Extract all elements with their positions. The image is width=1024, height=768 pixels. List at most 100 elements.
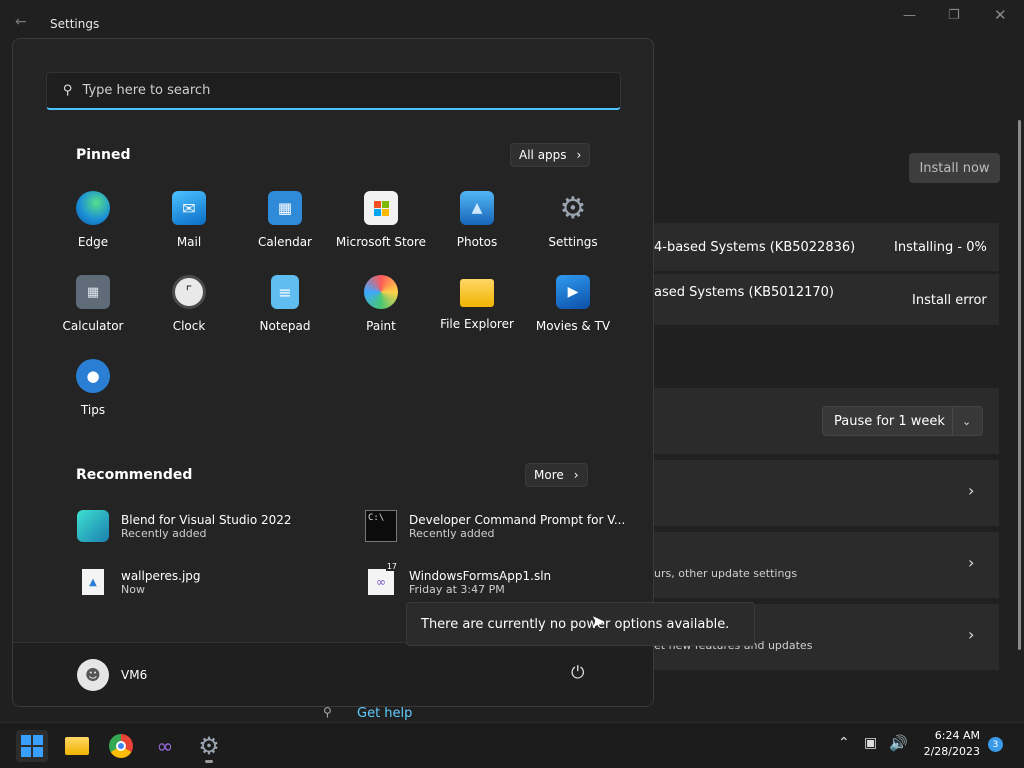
calendar-icon: ▦ xyxy=(268,191,302,225)
network-icon[interactable]: ▣ xyxy=(864,735,877,751)
get-help-link[interactable]: Get help xyxy=(357,706,412,721)
paint-icon xyxy=(364,275,398,309)
update-row: ased Systems (KB5012170) Install error xyxy=(654,274,999,325)
user-name[interactable]: VM6 xyxy=(121,668,147,682)
update-status: Install error xyxy=(912,293,987,308)
more-label: More xyxy=(534,468,564,482)
start-footer: ☻ VM6 ⏻ xyxy=(13,642,653,706)
app-label: Movies & TV xyxy=(535,319,611,333)
image-file-icon: ▲ xyxy=(77,566,109,598)
volume-icon[interactable]: 🔊 xyxy=(889,734,908,752)
scrollbar[interactable] xyxy=(1018,120,1021,650)
taskbar-settings[interactable]: ⚙ xyxy=(193,730,225,763)
app-label: Calendar xyxy=(258,235,312,249)
app-label: File Explorer xyxy=(440,317,514,331)
help-icon: ⚲ xyxy=(323,705,332,719)
minimize-icon[interactable]: — xyxy=(903,8,916,23)
gear-icon: ⚙ xyxy=(198,732,220,760)
pinned-app-photos[interactable]: ▲ Photos xyxy=(429,191,525,271)
pinned-app-edge[interactable]: Edge xyxy=(45,191,141,271)
chevron-right-icon: › xyxy=(576,148,582,162)
user-icon: ☻ xyxy=(85,666,101,684)
pinned-app-tips[interactable]: ● Tips xyxy=(45,359,141,439)
app-label: Mail xyxy=(176,235,202,249)
pinned-app-calculator[interactable]: ▦ Calculator xyxy=(45,275,141,355)
recommended-title: Blend for Visual Studio 2022 xyxy=(121,512,292,527)
chevron-down-icon: ⌄ xyxy=(962,414,972,428)
more-button[interactable]: More › xyxy=(525,463,588,487)
pinned-app-store[interactable]: Microsoft Store xyxy=(333,191,429,271)
app-label: Tips xyxy=(80,403,106,417)
back-arrow-icon[interactable]: ← xyxy=(15,14,27,30)
taskbar-visual-studio[interactable]: ∞ xyxy=(149,730,181,762)
clock-icon: ⌜ xyxy=(172,275,206,309)
pinned-title: Pinned xyxy=(76,147,131,163)
recommended-subtitle: Recently added xyxy=(409,526,495,540)
recommended-subtitle: Friday at 3:47 PM xyxy=(409,582,505,596)
app-label: Calculator xyxy=(62,319,124,333)
recommended-item[interactable]: ∞ 17 WindowsFormsApp1.sln Friday at 3:47… xyxy=(365,562,552,598)
taskbar-chrome[interactable] xyxy=(105,730,137,762)
clock[interactable]: 6:24 AM 2/28/2023 xyxy=(918,729,980,758)
gear-icon: ⚙ xyxy=(559,190,587,226)
app-label: Edge xyxy=(77,235,109,249)
pause-updates-dropdown[interactable]: Pause for 1 week ⌄ xyxy=(822,406,983,436)
chevron-right-icon: › xyxy=(968,625,975,644)
chevron-up-icon[interactable]: ⌃ xyxy=(838,735,850,751)
search-input[interactable]: Type here to search xyxy=(83,83,211,98)
blend-icon xyxy=(77,510,109,542)
pinned-app-clock[interactable]: ⌜ Clock xyxy=(141,275,237,355)
pause-label: Pause for 1 week xyxy=(834,413,945,429)
chevron-right-icon: › xyxy=(968,481,975,500)
recommended-title: Developer Command Prompt for V... xyxy=(409,512,626,527)
taskbar-file-explorer[interactable] xyxy=(61,730,93,762)
app-label: Clock xyxy=(172,319,206,333)
recommended-title: WindowsFormsApp1.sln xyxy=(409,568,552,583)
mouse-cursor-icon: ➤ xyxy=(591,612,606,632)
date: 2/28/2023 xyxy=(923,745,980,758)
notepad-icon: ≡ xyxy=(271,275,299,309)
edge-icon xyxy=(76,191,110,225)
avatar[interactable]: ☻ xyxy=(77,659,109,691)
version-badge: 17 xyxy=(385,562,398,571)
recommended-title: wallperes.jpg xyxy=(121,568,201,583)
running-indicator xyxy=(205,760,213,763)
start-button[interactable] xyxy=(16,730,48,762)
pinned-app-notepad[interactable]: ≡ Notepad xyxy=(237,275,333,355)
store-icon xyxy=(364,191,398,225)
restore-icon[interactable]: ❐ xyxy=(948,8,960,23)
recommended-item[interactable]: ▲ wallperes.jpg Now xyxy=(77,566,201,598)
install-now-button[interactable]: Install now xyxy=(909,153,1000,183)
pinned-app-file-explorer[interactable]: File Explorer xyxy=(429,275,525,355)
advanced-options-card[interactable]: urs, other update settings › xyxy=(654,532,999,598)
pinned-app-paint[interactable]: Paint xyxy=(333,275,429,355)
folder-icon xyxy=(65,737,89,755)
search-icon: ⚲ xyxy=(63,83,73,98)
visual-studio-icon: ∞ xyxy=(156,734,174,758)
chevron-right-icon: › xyxy=(968,553,975,572)
update-status: Installing - 0% xyxy=(894,240,987,255)
search-box[interactable]: ⚲ Type here to search xyxy=(46,72,621,110)
chrome-icon xyxy=(109,734,133,758)
photos-icon: ▲ xyxy=(460,191,494,225)
pinned-app-settings[interactable]: ⚙ Settings xyxy=(525,191,621,271)
all-apps-button[interactable]: All apps › xyxy=(510,143,591,167)
pinned-app-calendar[interactable]: ▦ Calendar xyxy=(237,191,333,271)
app-label: Settings xyxy=(548,235,598,249)
notification-badge[interactable]: 3 xyxy=(988,737,1003,752)
recommended-item[interactable]: C:\ Developer Command Prompt for V... Re… xyxy=(365,510,625,542)
close-icon[interactable]: ✕ xyxy=(994,6,1007,24)
lightbulb-icon: ● xyxy=(76,359,110,393)
power-tooltip: There are currently no power options ava… xyxy=(406,602,755,646)
recommended-subtitle: Now xyxy=(121,582,145,596)
folder-icon xyxy=(460,279,494,307)
time: 6:24 AM xyxy=(934,729,980,742)
recommended-item[interactable]: Blend for Visual Studio 2022 Recently ad… xyxy=(77,510,292,542)
calculator-icon: ▦ xyxy=(76,275,110,309)
advanced-options-subtitle: urs, other update settings xyxy=(654,567,798,580)
settings-card[interactable]: › xyxy=(654,460,999,526)
pinned-app-movies-tv[interactable]: ▶ Movies & TV xyxy=(525,275,621,355)
pinned-app-mail[interactable]: ✉ Mail xyxy=(141,191,237,271)
all-apps-label: All apps xyxy=(519,148,567,162)
power-icon[interactable]: ⏻ xyxy=(571,663,584,683)
